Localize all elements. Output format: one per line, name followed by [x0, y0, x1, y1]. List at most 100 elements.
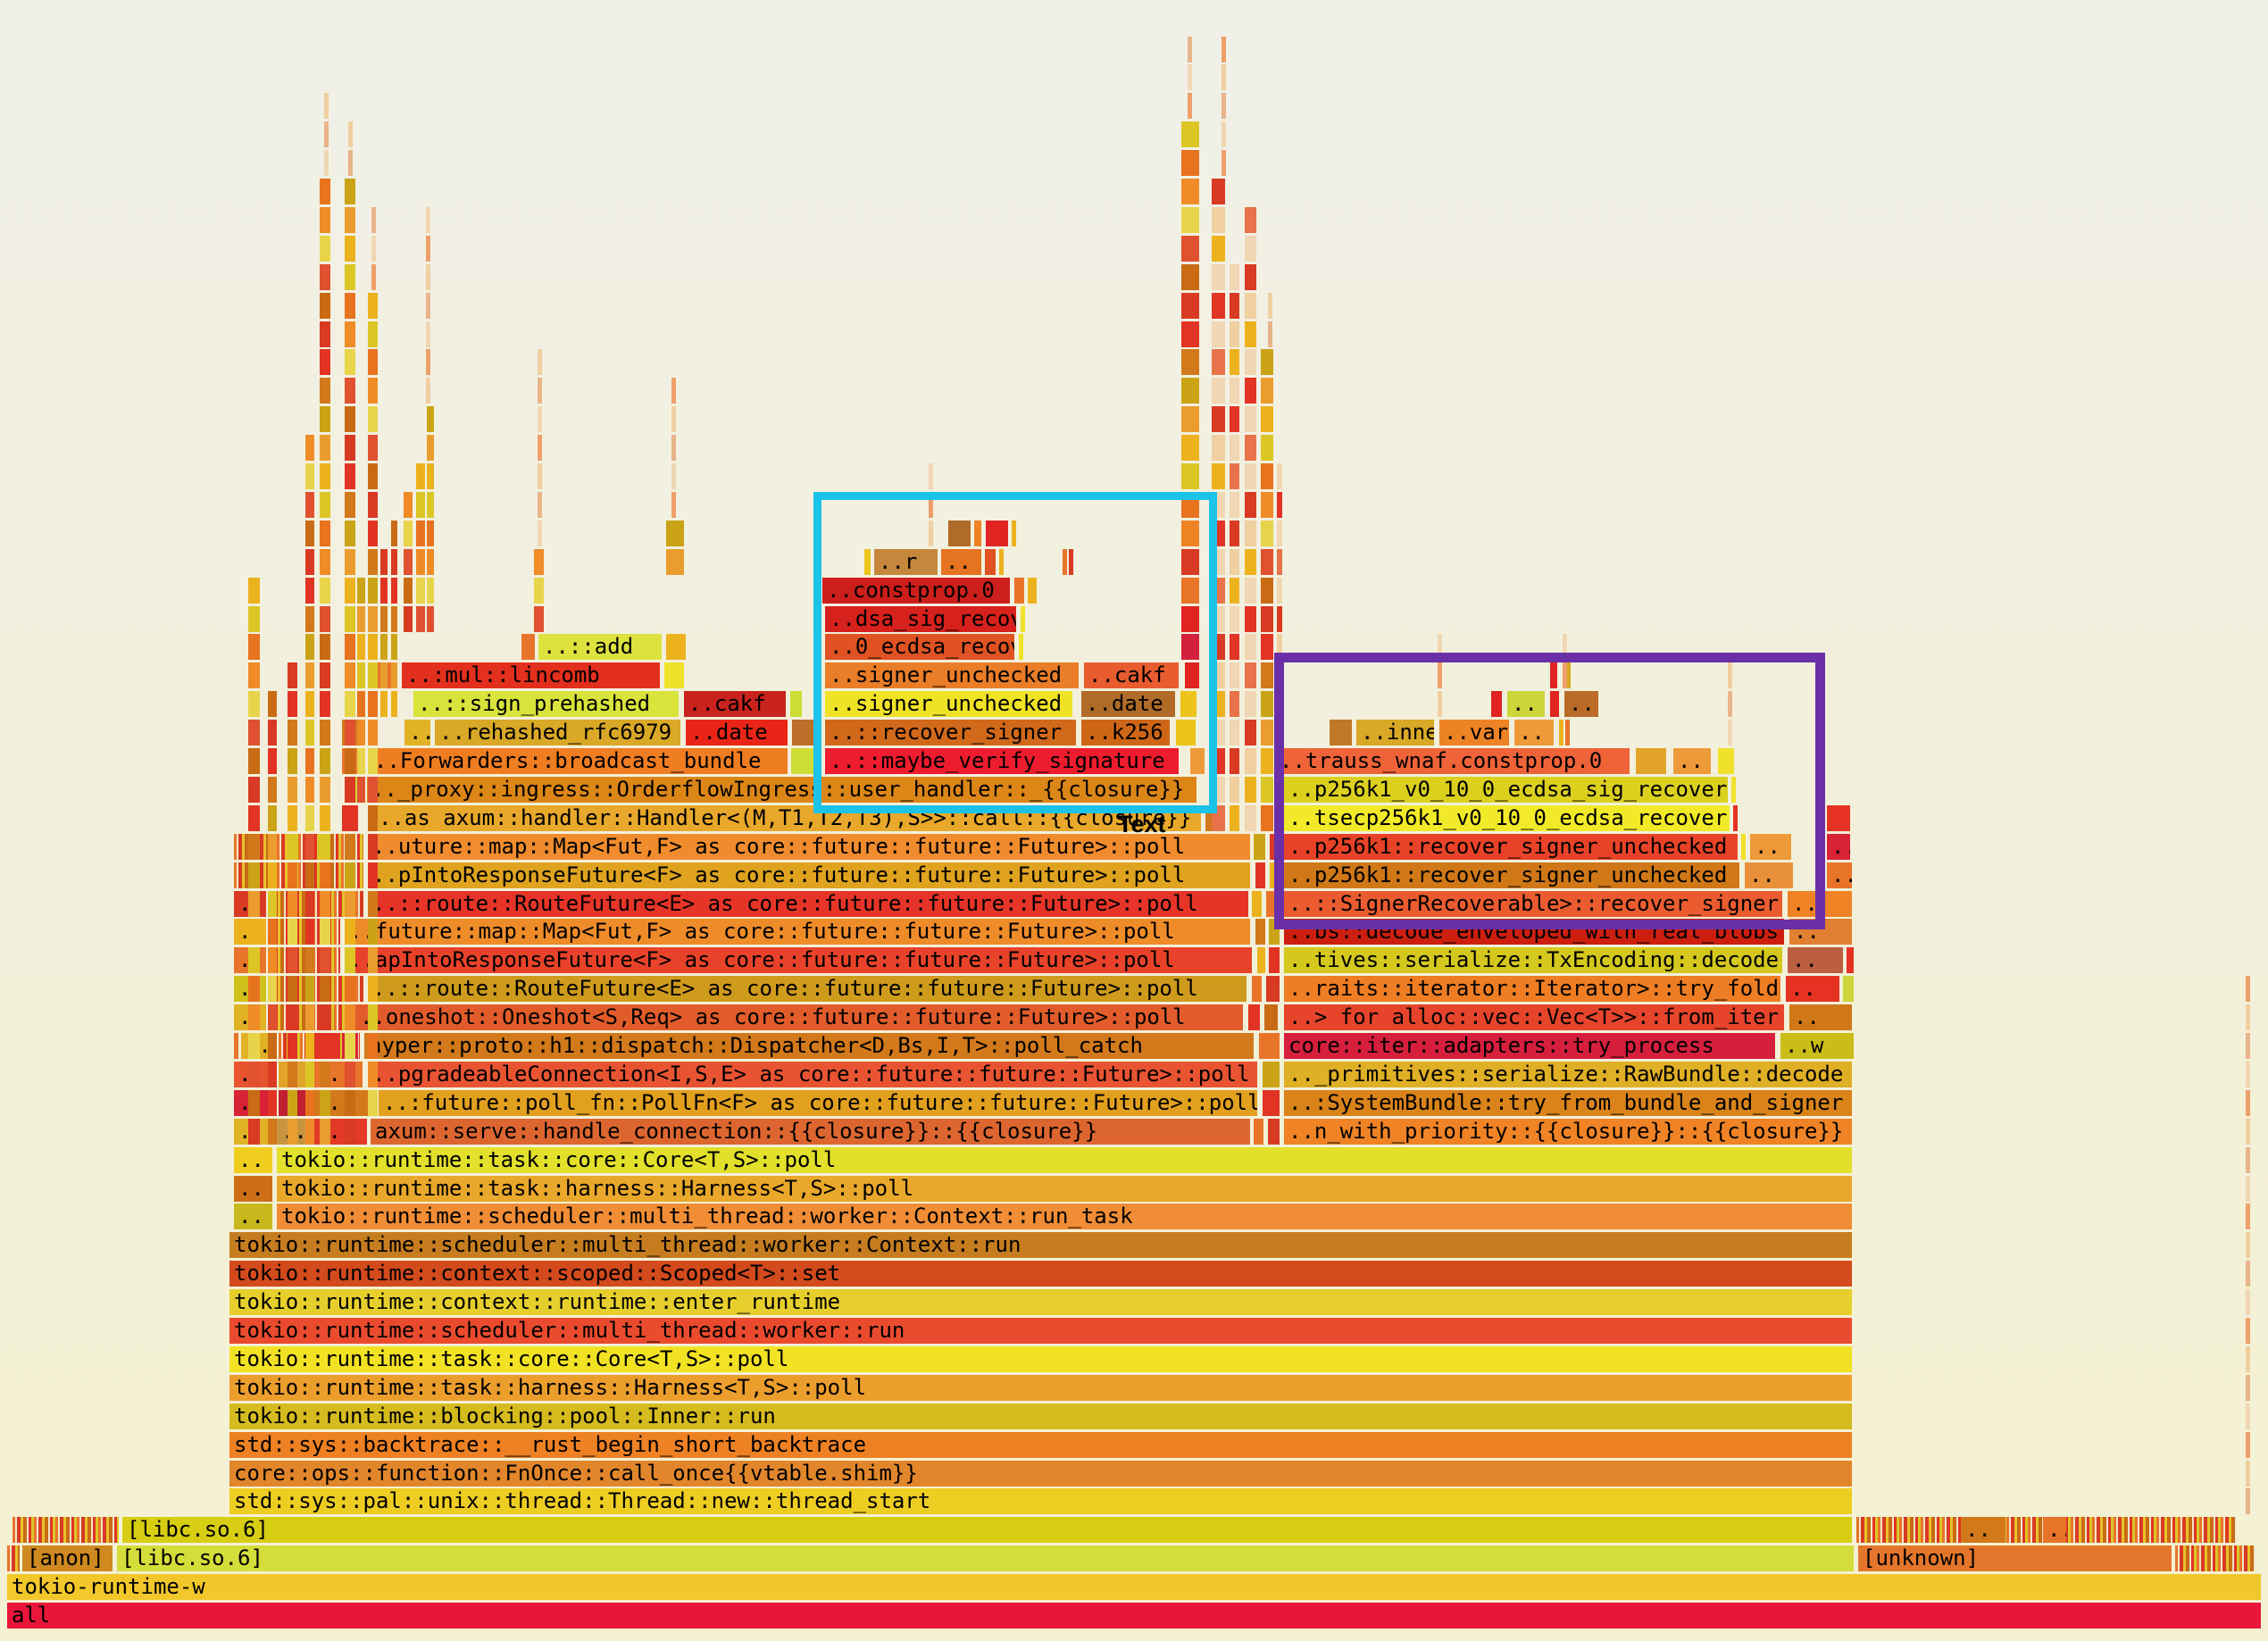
frame[interactable]: ..0_ecdsa_recover — [825, 634, 1014, 660]
frame-sliver[interactable] — [248, 634, 260, 660]
frame-sliver[interactable] — [1245, 606, 1256, 632]
frame-sliver[interactable] — [1230, 777, 1239, 803]
frame-sliver[interactable] — [368, 1090, 378, 1116]
frame-sliver[interactable] — [288, 1004, 297, 1030]
frame-sliver[interactable] — [1181, 236, 1199, 262]
frame-sliver[interactable] — [1728, 691, 1732, 717]
frame-sliver[interactable] — [345, 720, 355, 746]
frame[interactable]: .. — [234, 1176, 272, 1202]
frame-sliver[interactable] — [368, 435, 378, 461]
frame-sliver[interactable] — [345, 578, 355, 604]
frame-sliver[interactable] — [1230, 406, 1239, 432]
frame-sliver[interactable] — [368, 521, 378, 546]
frame-sliver[interactable] — [1212, 748, 1225, 774]
frame-sliver[interactable] — [248, 606, 260, 632]
frame-sliver[interactable] — [1438, 691, 1442, 717]
frame-sliver[interactable] — [345, 293, 355, 319]
frame[interactable]: .. — [1788, 947, 1843, 973]
frame-sliver[interactable] — [320, 748, 330, 774]
frame[interactable]: .. — [1673, 748, 1711, 774]
frame-sliver[interactable] — [320, 349, 330, 375]
frame-sliver[interactable] — [320, 492, 330, 518]
frame-sliver[interactable] — [1330, 720, 1352, 746]
frame-sliver[interactable] — [1222, 150, 1226, 176]
frame-sliver[interactable] — [2246, 1204, 2250, 1229]
frame-sliver[interactable] — [1248, 1004, 1260, 1030]
frame[interactable]: .. — [941, 549, 981, 575]
frame-sliver[interactable] — [1270, 834, 1280, 860]
frame-sliver[interactable] — [345, 891, 355, 917]
frame[interactable]: .. — [234, 1147, 272, 1173]
frame-sliver[interactable] — [345, 606, 355, 632]
frame-sliver[interactable] — [1245, 378, 1256, 404]
frame-sliver[interactable] — [1180, 691, 1197, 717]
frame-sliver[interactable] — [345, 492, 355, 518]
frame-sliver[interactable] — [368, 777, 378, 803]
frame-sliver[interactable] — [368, 492, 378, 518]
frame-sliver[interactable] — [2246, 1004, 2250, 1030]
frame-sliver[interactable] — [534, 549, 544, 575]
frame-sliver[interactable] — [357, 606, 365, 632]
frame[interactable]: .. — [1827, 862, 1852, 888]
frame-sliver[interactable] — [288, 1119, 297, 1145]
frame-sliver[interactable] — [13, 1517, 119, 1543]
frame-sliver[interactable] — [1261, 748, 1273, 774]
frame-sliver[interactable] — [1185, 662, 1199, 688]
frame-sliver[interactable] — [380, 606, 388, 632]
frame[interactable]: .. — [1564, 691, 1598, 717]
frame-sliver[interactable] — [1277, 805, 1282, 831]
frame-sliver[interactable] — [368, 834, 378, 860]
frame[interactable]: [anon] — [22, 1545, 113, 1571]
frame-sliver[interactable] — [1277, 748, 1282, 774]
frame-sliver[interactable] — [320, 1033, 330, 1059]
frame-sliver[interactable] — [368, 406, 378, 432]
frame-sliver[interactable] — [391, 578, 397, 604]
frame-sliver[interactable] — [1212, 378, 1225, 404]
frame-sliver[interactable] — [371, 207, 376, 233]
frame-sliver[interactable] — [268, 1062, 277, 1087]
frame-sliver[interactable] — [1212, 606, 1225, 632]
frame-sliver[interactable] — [671, 378, 676, 404]
frame-sliver[interactable] — [305, 720, 314, 746]
frame-sliver[interactable] — [320, 293, 330, 319]
frame-sliver[interactable] — [324, 93, 329, 119]
frame[interactable]: ..:SystemBundle::try_from_bundle_and_sig… — [1284, 1090, 1852, 1116]
frame-sliver[interactable] — [368, 748, 378, 774]
frame-sliver[interactable] — [288, 662, 297, 688]
frame[interactable]: ..pgradeableConnection<I,S,E> as core::f… — [368, 1062, 1257, 1087]
frame[interactable]: ..oneshot::Oneshot<S,Req> as core::futur… — [355, 1004, 1243, 1030]
frame-sliver[interactable] — [305, 891, 314, 917]
frame-sliver[interactable] — [248, 947, 260, 973]
frame-sliver[interactable] — [305, 748, 314, 774]
frame-sliver[interactable] — [1277, 662, 1282, 688]
frame-sliver[interactable] — [1176, 720, 1196, 746]
frame[interactable]: tokio::runtime::context::scoped::Scoped<… — [229, 1261, 1852, 1287]
frame-sliver[interactable] — [268, 947, 277, 973]
frame-sliver[interactable] — [288, 691, 297, 717]
frame-sliver[interactable] — [1261, 549, 1273, 575]
frame[interactable]: core::iter::adapters::try_process — [1284, 1033, 1775, 1059]
frame-sliver[interactable] — [1245, 264, 1256, 290]
frame-sliver[interactable] — [404, 521, 413, 546]
frame-sliver[interactable] — [1212, 634, 1225, 660]
frame-sliver[interactable] — [391, 606, 397, 632]
frame-sliver[interactable] — [345, 1004, 355, 1030]
frame-sliver[interactable] — [320, 549, 330, 575]
frame[interactable]: ..w — [1780, 1033, 1854, 1059]
frame-sliver[interactable] — [671, 492, 676, 518]
frame-sliver[interactable] — [1190, 748, 1205, 774]
frame-sliver[interactable] — [1181, 179, 1199, 204]
frame-sliver[interactable] — [345, 777, 355, 803]
frame-sliver[interactable] — [1230, 463, 1239, 489]
frame-sliver[interactable] — [345, 406, 355, 432]
frame-sliver[interactable] — [345, 435, 355, 461]
frame[interactable]: tokio::runtime::task::core::Core<T,S>::p… — [277, 1147, 1852, 1173]
frame-sliver[interactable] — [426, 236, 430, 262]
frame-sliver[interactable] — [1212, 805, 1225, 831]
frame-sliver[interactable] — [320, 891, 330, 917]
frame-sliver[interactable] — [380, 549, 388, 575]
frame-sliver[interactable] — [1230, 264, 1239, 290]
frame-sliver[interactable] — [1230, 606, 1239, 632]
frame-sliver[interactable] — [248, 919, 260, 945]
frame-sliver[interactable] — [368, 1033, 378, 1059]
